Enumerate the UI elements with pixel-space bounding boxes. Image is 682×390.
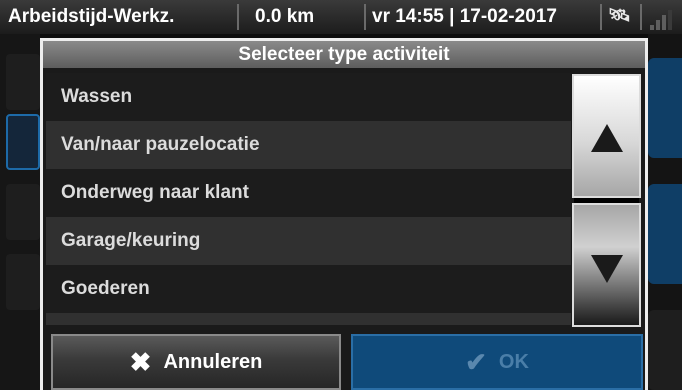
status-separator bbox=[600, 4, 602, 30]
background-tile bbox=[648, 310, 682, 390]
status-separator bbox=[364, 4, 366, 30]
background-tile bbox=[6, 54, 40, 110]
background-sidebar bbox=[0, 34, 40, 390]
x-mark-icon: ✖ bbox=[129, 347, 152, 377]
background-tile bbox=[648, 58, 682, 158]
satellite-icon: 🛰 bbox=[608, 5, 631, 25]
scroll-up-button[interactable] bbox=[572, 74, 641, 198]
background-tile bbox=[6, 184, 40, 240]
triangle-up-icon bbox=[590, 124, 623, 152]
ok-button[interactable]: ✔ OK bbox=[351, 334, 643, 390]
list-item[interactable]: Wassen bbox=[46, 73, 571, 121]
activity-list: Wassen Van/naar pauzelocatie Onderweg na… bbox=[46, 73, 571, 325]
cancel-button[interactable]: ✖ Annuleren bbox=[51, 334, 341, 390]
triangle-down-icon bbox=[590, 255, 623, 283]
status-bar: Arbeidstijd-Werkz. 0.0 km vr 14:55 | 17-… bbox=[0, 0, 682, 34]
activity-type-dialog: Selecteer type activiteit Wassen Van/naa… bbox=[40, 38, 648, 390]
background-tile bbox=[6, 254, 40, 310]
status-separator bbox=[640, 4, 642, 30]
cancel-label: Annuleren bbox=[163, 350, 263, 373]
checkmark-icon: ✔ bbox=[465, 347, 487, 377]
list-item-partial bbox=[46, 313, 571, 325]
dialog-title: Selecteer type activiteit bbox=[43, 41, 645, 68]
background-right-panel bbox=[648, 34, 682, 390]
status-separator bbox=[237, 4, 239, 30]
list-item[interactable]: Onderweg naar klant bbox=[46, 169, 571, 217]
scroll-down-button[interactable] bbox=[572, 203, 641, 327]
background-tile bbox=[648, 184, 682, 284]
list-item[interactable]: Garage/keuring bbox=[46, 217, 571, 265]
list-item[interactable]: Goederen bbox=[46, 265, 571, 313]
background-tile-selected bbox=[6, 114, 40, 170]
distance-readout: 0.0 km bbox=[255, 6, 315, 27]
signal-strength-icon bbox=[650, 8, 678, 30]
list-item[interactable]: Van/naar pauzelocatie bbox=[46, 121, 571, 169]
datetime-readout: vr 14:55 | 17-02-2017 bbox=[372, 6, 557, 27]
app-title: Arbeidstijd-Werkz. bbox=[8, 6, 175, 27]
ok-label: OK bbox=[498, 350, 529, 373]
